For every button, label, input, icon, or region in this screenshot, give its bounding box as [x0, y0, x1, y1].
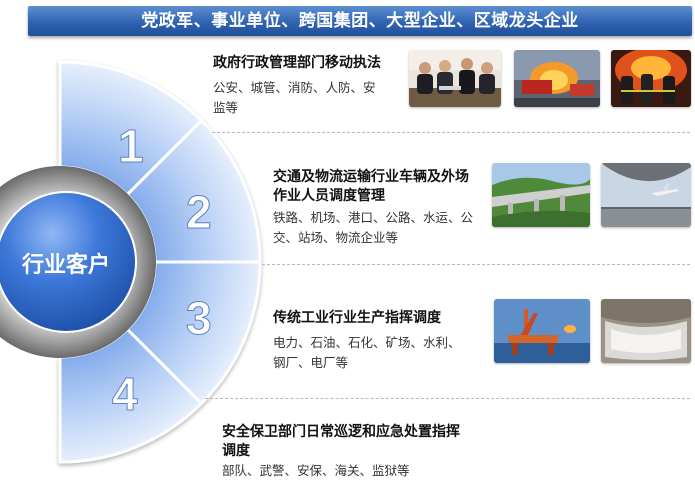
segment-2-number: 2 — [186, 186, 212, 238]
photo-business-meeting — [409, 50, 501, 107]
photo-dam — [601, 299, 691, 363]
photo-airport — [601, 163, 691, 227]
separator-2 — [262, 264, 690, 265]
photo-fire-truck — [514, 50, 600, 107]
separator-1 — [212, 132, 690, 133]
segment-2-desc: 铁路、机场、港口、公路、水运、公 交、站场、物流企业等 — [273, 210, 474, 245]
segment-4-title: 安全保卫部门日常巡逻和应急处置指挥 调度 — [222, 424, 460, 459]
center-label: 行业客户 — [21, 252, 110, 278]
segment-1-desc: 公安、城管、消防、人防、安 监等 — [213, 80, 376, 115]
segment-1-number: 1 — [118, 120, 144, 172]
segment-4-number: 4 — [112, 368, 138, 420]
photo-firefighters — [611, 50, 691, 107]
segment-2-title: 交通及物流运输行业车辆及外场 作业人员调度管理 — [273, 169, 469, 204]
segment-3-number: 3 — [186, 292, 212, 344]
photo-oil-rig — [494, 299, 590, 363]
photo-highway-viaduct — [492, 163, 590, 227]
segment-3-desc: 电力、石油、石化、矿场、水利、 钢厂、电厂等 — [273, 335, 461, 370]
segment-4-desc: 部队、武警、安保、海关、监狱等 — [222, 463, 410, 478]
segment-3-title: 传统工业行业生产指挥调度 — [273, 310, 441, 326]
separator-3 — [205, 398, 690, 399]
segment-1-title: 政府行政管理部门移动执法 — [213, 55, 381, 71]
